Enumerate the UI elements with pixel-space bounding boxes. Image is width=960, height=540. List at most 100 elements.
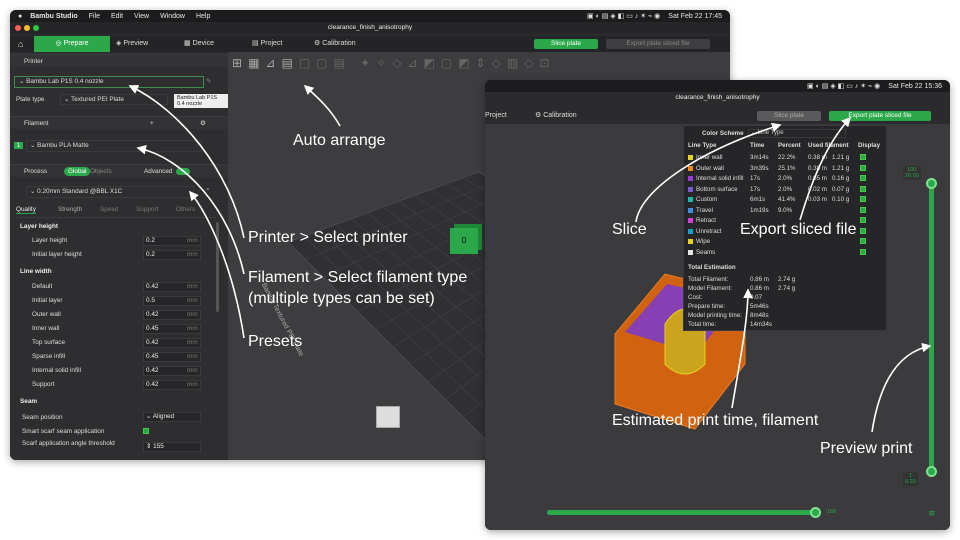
menu-edit[interactable]: Edit: [111, 13, 123, 20]
scarf-angle-label: Scarf application angle threshold: [22, 440, 115, 447]
param-unit: mm: [187, 283, 198, 290]
tab-preview[interactable]: ◈ Preview: [110, 36, 154, 52]
apple-icon[interactable]: ●: [18, 13, 22, 20]
legend-display-checkbox[interactable]: [860, 248, 866, 255]
menu-file[interactable]: File: [89, 13, 100, 20]
filament-section-header: Filament + ⚙: [10, 116, 228, 129]
tab-device[interactable]: ▦ Device: [178, 36, 220, 52]
smart-scarf-checkbox[interactable]: [143, 428, 149, 434]
annotation-filament-line1: Filament > Select filament type: [248, 269, 468, 286]
tab-calibration-right[interactable]: ⚙ Calibration: [529, 108, 583, 124]
legend-cell-len: 0.02 m: [808, 185, 827, 193]
process-subtabs: Quality Strength Speed Support Others: [16, 206, 216, 218]
tab-project-right[interactable]: Project: [485, 108, 513, 124]
menu-app-name[interactable]: Bambu Studio: [30, 13, 77, 20]
legend-display-checkbox[interactable]: [860, 185, 866, 192]
legend-display-checkbox[interactable]: [860, 164, 866, 171]
plate-type-value: Textured PEI Plate: [71, 96, 124, 103]
param-label: Internal solid infill: [32, 367, 82, 374]
subtab-speed[interactable]: Speed: [100, 206, 118, 213]
nav-cube[interactable]: [376, 406, 400, 428]
status-icons-right[interactable]: ▣ ◐ ▤ ◈ ◧ ▭ ♪ ✶ ⌁ ◉: [807, 82, 880, 90]
subtab-quality[interactable]: Quality: [16, 206, 36, 214]
estimation-value-a: 14m34s: [750, 321, 773, 328]
minimize-window-icon[interactable]: [24, 25, 30, 31]
process-global-toggle[interactable]: Global: [64, 167, 91, 176]
tab-preview-label: Preview: [123, 40, 149, 47]
estimation-label: Prepare time:: [688, 303, 726, 310]
annotation-slice: Slice: [612, 221, 647, 238]
legend-cell-name: Internal solid infill: [696, 175, 744, 182]
seam-position-value: Aligned: [152, 413, 175, 420]
menu-view[interactable]: View: [134, 13, 149, 20]
status-icons[interactable]: ▣ ◐ ▤ ◈ ◧ ▭ ♪ ✶ ⌁ ◉: [587, 12, 660, 20]
export-plate-button[interactable]: Export plate sliced file: [606, 39, 710, 49]
slice-plate-button[interactable]: Slice plate: [534, 39, 598, 49]
param-value: 0.42: [146, 283, 159, 290]
advanced-toggle[interactable]: [176, 168, 190, 175]
scarf-angle-input[interactable]: ⇕ 155: [143, 442, 201, 452]
legend-display-checkbox[interactable]: [860, 196, 866, 202]
process-section-header: Process Global Objects Advanced: [10, 164, 228, 177]
menubar-clock-right[interactable]: Sat Feb 22 15:36: [888, 83, 942, 90]
legend-display-checkbox[interactable]: [860, 206, 866, 213]
legend-display-checkbox[interactable]: [860, 175, 866, 181]
plate-type-select[interactable]: ⌄ Textured PEI Plate: [60, 94, 168, 105]
move-slider-handle[interactable]: [810, 507, 821, 518]
legend-cell-len: 0.38 m: [808, 154, 827, 161]
zoom-window-icon[interactable]: [33, 25, 39, 31]
legend-swatch: [688, 239, 693, 244]
legend-display-checkbox[interactable]: [860, 154, 866, 160]
legend-display-checkbox[interactable]: [860, 227, 866, 234]
menu-help[interactable]: Help: [196, 13, 210, 20]
color-scheme-select[interactable]: ⌄ Line Type: [748, 129, 846, 138]
color-scheme-value: Line Type: [757, 130, 784, 136]
tab-project[interactable]: ▤ Project: [246, 36, 288, 52]
search-icon[interactable]: ⌕: [206, 186, 210, 194]
subtab-strength[interactable]: Strength: [58, 206, 82, 213]
printer-header-label: Printer: [24, 58, 43, 65]
tab-calibration[interactable]: ⚙ Calibration: [308, 36, 362, 52]
menu-window[interactable]: Window: [160, 13, 185, 20]
subtab-support[interactable]: Support: [136, 206, 158, 213]
move-slider[interactable]: [547, 510, 817, 515]
filament-index-badge: 1: [14, 142, 23, 149]
estimation-label: Total Filament:: [688, 276, 729, 283]
param-unit: mm: [187, 325, 198, 332]
filament-settings-icon[interactable]: ⚙: [200, 117, 206, 130]
tabbar-right: Project ⚙ Calibration Slice plate Export…: [485, 108, 950, 124]
edit-printer-icon[interactable]: ✎: [206, 77, 211, 85]
layer-slider-bottom-handle[interactable]: [926, 466, 937, 477]
legend-row: Bottom surface 17s 2.0% 0.02 m 0.07 g: [684, 185, 888, 195]
param-unit: mm: [187, 353, 198, 360]
process-preset-select[interactable]: ⌄ 0.20mm Standard @BBL X1C: [26, 186, 194, 198]
annotation-filament-line2: (multiple types can be set): [248, 290, 435, 307]
layer-slider-top-handle[interactable]: [926, 178, 937, 189]
estimation-label: Model Filament:: [688, 285, 733, 292]
filament-select[interactable]: ⌄ Bambu PLA Matte: [26, 140, 202, 152]
layer-top-z: 20.00: [905, 173, 919, 179]
legend-cell-g: 0.07 g: [832, 185, 850, 193]
annotation-estimated: Estimated print time, filament: [612, 412, 819, 429]
process-objects-toggle[interactable]: Objects: [90, 165, 112, 178]
subtab-others[interactable]: Others: [176, 206, 195, 213]
layer-slider[interactable]: [929, 180, 934, 472]
close-window-icon[interactable]: [15, 25, 21, 31]
seam-position-select[interactable]: ⌄ Aligned: [143, 412, 201, 422]
slice-plate-button-right[interactable]: Slice plate: [757, 111, 821, 121]
legend-display-checkbox[interactable]: [860, 238, 866, 244]
color-scheme-label: Color Scheme: [702, 130, 744, 137]
printer-select[interactable]: ⌄ Bambu Lab P1S 0.4 nozzle: [14, 76, 204, 88]
layers-icon[interactable]: ≋: [928, 508, 936, 519]
menubar-clock[interactable]: Sat Feb 22 17:45: [668, 13, 722, 20]
export-sliced-file-button[interactable]: Export plate sliced file: [829, 111, 931, 121]
add-filament-icon[interactable]: +: [150, 117, 154, 130]
legend-cell-percent: 2.0%: [778, 175, 793, 182]
tab-project-label: Project: [260, 40, 283, 47]
model-cube[interactable]: 0: [450, 228, 478, 254]
tab-prepare[interactable]: ◎ Prepare: [34, 36, 110, 52]
estimation-value-a: 0.86 m: [750, 285, 769, 292]
sidebar-scrollbar[interactable]: [216, 222, 219, 312]
legend-display-checkbox[interactable]: [860, 217, 866, 223]
home-icon[interactable]: ⌂: [12, 36, 29, 52]
